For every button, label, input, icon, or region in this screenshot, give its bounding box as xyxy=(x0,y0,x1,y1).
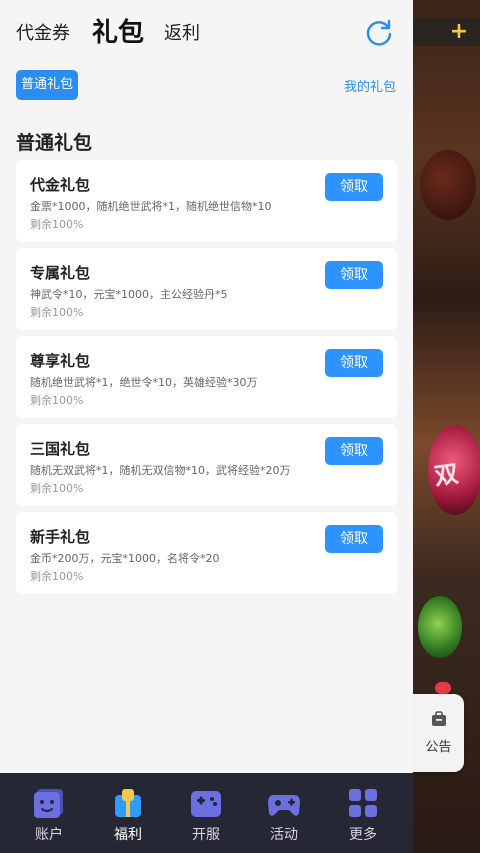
game-decoration xyxy=(420,150,476,220)
top-tabs: 代金券 礼包 返利 xyxy=(0,0,413,60)
game-event-glyph: 双 xyxy=(432,459,461,491)
claim-button[interactable]: 领取 xyxy=(325,349,383,377)
game-badge xyxy=(435,682,451,694)
gift-contents: 金币*200万，元宝*1000，名将令*20 xyxy=(30,552,220,565)
tab-vouchers[interactable]: 代金券 xyxy=(16,19,70,45)
gift-remaining: 剩余100% xyxy=(30,394,84,407)
gift-card: 三国礼包 随机无双武将*1，随机无双信物*10，武将经验*20万 剩余100% … xyxy=(16,424,397,506)
game-add-icon[interactable]: + xyxy=(448,21,470,43)
gamepad-icon xyxy=(191,791,221,817)
nav-item-more[interactable]: 更多 xyxy=(323,773,403,853)
nav-label-events: 活动 xyxy=(270,827,298,843)
my-gifts-link[interactable]: 我的礼包 xyxy=(344,76,396,95)
nav-label-more: 更多 xyxy=(349,827,377,843)
tab-rebate[interactable]: 返利 xyxy=(164,19,200,45)
bottom-nav: 账户 福利 开服 活动 更多 xyxy=(0,773,413,853)
gift-contents: 随机绝世武将*1，绝世令*10，英雄经验*30万 xyxy=(30,376,258,389)
nav-item-events[interactable]: 活动 xyxy=(244,773,324,853)
nav-item-server-open[interactable]: 开服 xyxy=(166,773,246,853)
notice-bag-icon xyxy=(432,711,446,726)
gift-remaining: 剩余100% xyxy=(30,306,84,319)
nav-label-server-open: 开服 xyxy=(192,827,220,843)
nav-label-welfare: 福利 xyxy=(114,827,142,843)
gift-contents: 随机无双武将*1，随机无双信物*10，武将经验*20万 xyxy=(30,464,291,477)
gift-name: 新手礼包 xyxy=(30,528,91,546)
tab-gifts[interactable]: 礼包 xyxy=(92,12,144,49)
notice-label: 公告 xyxy=(425,740,452,755)
game-feature-icon[interactable] xyxy=(418,596,462,658)
claim-button[interactable]: 领取 xyxy=(325,437,383,465)
gift-name: 专属礼包 xyxy=(30,264,91,282)
gift-contents: 金票*1000，随机绝世武将*1，随机绝世信物*10 xyxy=(30,200,272,213)
section-title: 普通礼包 xyxy=(16,132,93,154)
refresh-icon[interactable] xyxy=(364,18,394,48)
gift-contents: 神武令*10，元宝*1000，主公经验丹*5 xyxy=(30,288,228,301)
gift-name: 三国礼包 xyxy=(30,440,91,458)
gift-icon xyxy=(115,789,141,817)
filter-chip-normal[interactable]: 普通礼包 xyxy=(16,70,78,100)
nav-item-welfare[interactable]: 福利 xyxy=(88,773,168,853)
gift-remaining: 剩余100% xyxy=(30,482,84,495)
claim-button[interactable]: 领取 xyxy=(325,261,383,289)
grid-icon xyxy=(349,789,377,817)
controller-icon xyxy=(268,795,300,816)
notice-button[interactable]: 公告 xyxy=(413,694,464,772)
claim-button[interactable]: 领取 xyxy=(325,173,383,201)
claim-button[interactable]: 领取 xyxy=(325,525,383,553)
gift-name: 代金礼包 xyxy=(30,176,91,194)
gift-card: 尊享礼包 随机绝世武将*1，绝世令*10，英雄经验*30万 剩余100% 领取 xyxy=(16,336,397,418)
gift-panel: 代金券 礼包 返利 普通礼包 我的礼包 普通礼包 代金礼包 金票*1000，随机… xyxy=(0,0,413,773)
gift-card: 代金礼包 金票*1000，随机绝世武将*1，随机绝世信物*10 剩余100% 领… xyxy=(16,160,397,242)
nav-label-account: 账户 xyxy=(35,827,63,843)
gift-remaining: 剩余100% xyxy=(30,218,84,231)
gift-remaining: 剩余100% xyxy=(30,570,84,583)
gift-card: 新手礼包 金币*200万，元宝*1000，名将令*20 剩余100% 领取 xyxy=(16,512,397,594)
gift-name: 尊享礼包 xyxy=(30,352,91,370)
gift-card: 专属礼包 神武令*10，元宝*1000，主公经验丹*5 剩余100% 领取 xyxy=(16,248,397,330)
nav-item-account[interactable]: 账户 xyxy=(9,773,89,853)
account-icon xyxy=(34,789,63,818)
